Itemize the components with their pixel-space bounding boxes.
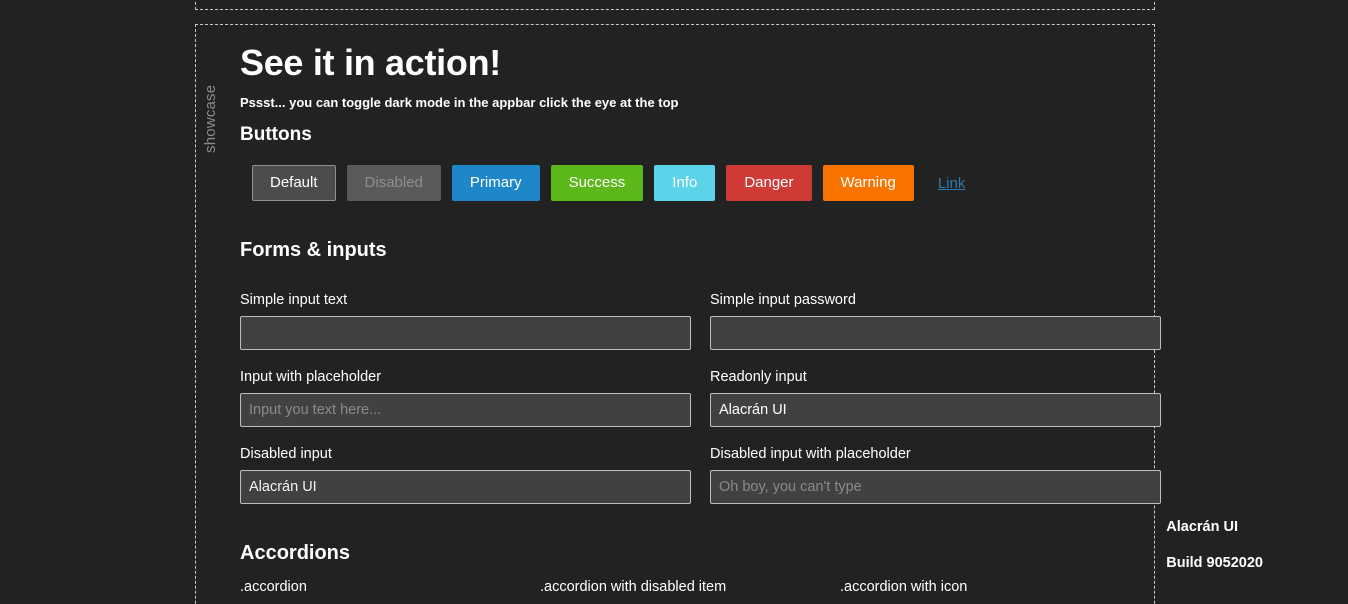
disabled-button: Disabled xyxy=(346,165,441,201)
danger-button[interactable]: Danger xyxy=(726,165,812,201)
accordion-column-disabled-item: .accordion with disabled item xyxy=(540,578,840,604)
field-label: Simple input password xyxy=(710,292,856,308)
field-label: Readonly input xyxy=(710,369,807,385)
field-simple-input-text: Simple input text xyxy=(240,291,691,350)
info-button[interactable]: Info xyxy=(654,165,716,201)
page-title: See it in action! xyxy=(240,42,501,83)
showcase-section-tag: showcase xyxy=(202,84,219,153)
default-button[interactable]: Default xyxy=(252,165,336,201)
field-disabled-input-with-placeholder: Disabled input with placeholder xyxy=(710,445,1161,504)
accordion-title: .accordion with disabled item xyxy=(540,579,727,595)
forms-heading: Forms & inputs xyxy=(240,239,387,261)
field-simple-input-password: Simple input password xyxy=(710,291,1161,350)
field-label: Input with placeholder xyxy=(240,369,382,385)
placeholder-input[interactable] xyxy=(240,393,691,427)
accordion-column-basic: .accordion xyxy=(240,578,540,604)
field-label: Disabled input with placeholder xyxy=(710,446,911,462)
page-subtitle: Pssst... you can toggle dark mode in the… xyxy=(240,95,679,110)
disabled-input xyxy=(240,470,691,504)
accordions-grid: .accordion .accordion with disabled item… xyxy=(240,578,1142,604)
simple-password-input[interactable] xyxy=(710,316,1161,350)
simple-text-input[interactable] xyxy=(240,316,691,350)
readonly-input[interactable] xyxy=(710,393,1161,427)
footer: Alacrán UI Build 9052020 xyxy=(1166,518,1263,590)
field-readonly-input: Readonly input xyxy=(710,368,1161,427)
showcase-section: showcase See it in action! Pssst... you … xyxy=(195,24,1161,604)
footer-build: Build 9052020 xyxy=(1166,555,1263,571)
accordion-column-with-icon: .accordion with icon xyxy=(840,578,1140,604)
forms-grid: Simple input text Simple input password … xyxy=(240,273,1161,504)
footer-brand: Alacrán UI xyxy=(1166,519,1238,535)
disabled-placeholder-input xyxy=(710,470,1161,504)
field-input-with-placeholder: Input with placeholder xyxy=(240,368,691,427)
buttons-row: Default Disabled Primary Success Info Da… xyxy=(240,165,1142,201)
primary-button[interactable]: Primary xyxy=(451,165,540,201)
field-label: Simple input text xyxy=(240,292,348,308)
warning-button[interactable]: Warning xyxy=(822,165,914,201)
previous-showcase-section xyxy=(195,0,1155,10)
link-button[interactable]: Link xyxy=(938,175,966,192)
accordion-title: .accordion xyxy=(240,579,307,595)
field-disabled-input: Disabled input xyxy=(240,445,691,504)
success-button[interactable]: Success xyxy=(550,165,644,201)
showcase-content: See it in action! Pssst... you can toggl… xyxy=(240,25,1161,604)
accordion-title: .accordion with icon xyxy=(840,579,968,595)
accordions-heading: Accordions xyxy=(240,542,351,564)
field-label: Disabled input xyxy=(240,446,332,462)
buttons-heading: Buttons xyxy=(240,124,312,145)
